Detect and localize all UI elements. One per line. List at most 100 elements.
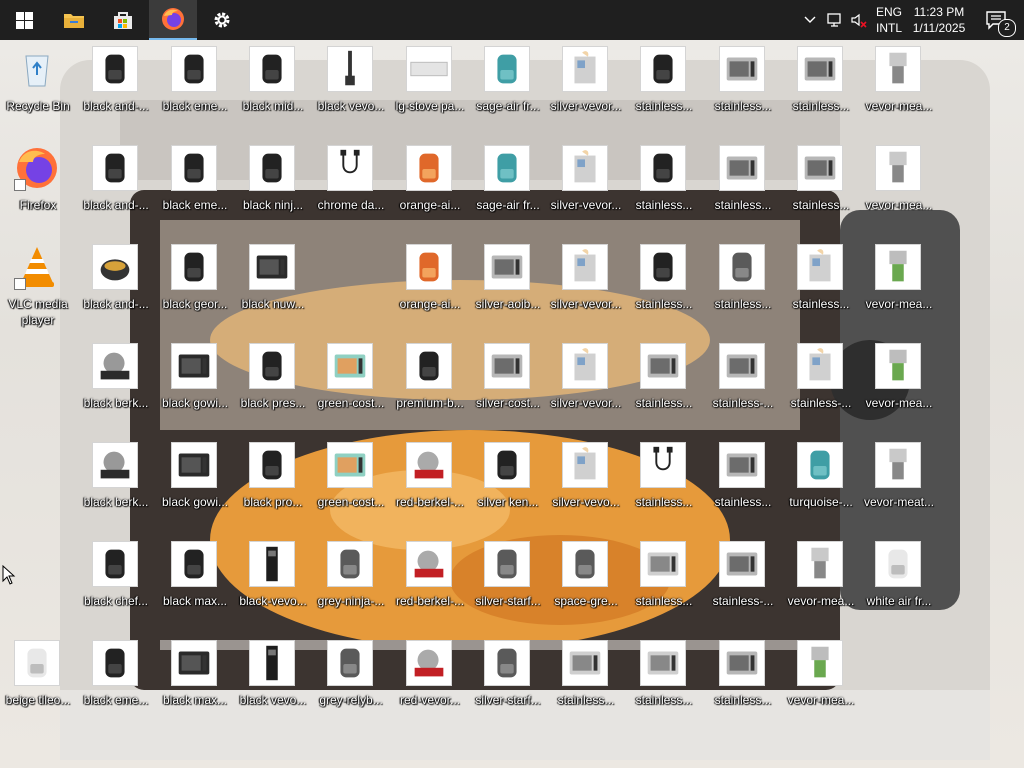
file-thumbnail [327,46,373,92]
desktop-file-icon[interactable]: black mid... [235,40,311,130]
desktop-file-icon[interactable]: stainless... [626,238,702,328]
desktop-file-icon[interactable]: green-cost... [313,436,389,526]
desktop-file-icon[interactable]: orange-ai... [392,238,468,328]
desktop-file-icon[interactable]: lg-stove pa... [392,40,468,130]
show-hidden-icons-button[interactable] [801,0,819,40]
action-center-button[interactable]: 2 [976,0,1016,40]
desktop-file-icon[interactable]: stainless-... [705,535,781,625]
desktop-file-icon[interactable]: black gowi... [157,337,233,427]
desktop-file-icon[interactable]: turquoise-... [783,436,859,526]
microsoft-store-button[interactable] [99,0,147,40]
desktop-file-icon[interactable]: green-cost... [313,337,389,427]
recycle-bin-icon[interactable]: Recycle Bin [0,40,76,130]
desktop-icon-label: orange-ai... [399,297,461,311]
desktop-file-icon[interactable]: sage-air fr... [470,40,546,130]
desktop-file-icon[interactable]: space-gre... [548,535,624,625]
desktop-file-icon[interactable]: silver-vevo... [548,436,624,526]
desktop-file-icon[interactable]: silver ken... [470,436,546,526]
desktop-file-icon[interactable]: vevor-mea... [861,139,937,229]
desktop-file-icon[interactable]: black geor... [157,238,233,328]
desktop-file-icon[interactable]: stainless-... [783,337,859,427]
desktop-file-icon[interactable]: vevor-mea... [783,535,859,625]
desktop-file-icon[interactable]: black and-... [78,238,154,328]
desktop-file-icon[interactable]: silver-vevor... [548,238,624,328]
desktop-file-icon[interactable]: black eme... [157,139,233,229]
desktop-file-icon[interactable]: vevor-mea... [861,238,937,328]
start-button[interactable] [0,0,48,40]
desktop-file-icon[interactable]: silver-vevor... [548,40,624,130]
desktop-file-icon[interactable]: black vevo... [313,40,389,130]
desktop-file-icon[interactable]: black chef... [78,535,154,625]
desktop-file-icon[interactable]: grey-ninja-... [313,535,389,625]
desktop-file-icon[interactable]: stainless... [705,139,781,229]
desktop-file-icon[interactable]: stainless... [626,40,702,130]
desktop-file-icon[interactable]: red-berkel-... [392,535,468,625]
desktop-file-icon[interactable]: vevor-mea... [861,337,937,427]
desktop-file-icon[interactable]: black max... [157,535,233,625]
desktop-file-icon[interactable]: black berk... [78,337,154,427]
desktop-file-icon[interactable]: stainless... [626,139,702,229]
input-language-indicator[interactable]: ENG INTL [871,4,907,36]
desktop[interactable]: Recycle Bin Firefox VLC media player beige … [0,40,1024,768]
desktop-icon-label: black and-... [83,99,149,113]
desktop-file-icon[interactable]: red-vevor... [392,634,468,724]
desktop-file-icon[interactable]: chrome da... [313,139,389,229]
desktop-file-icon[interactable]: stainless... [705,436,781,526]
network-button[interactable] [824,0,846,40]
settings-taskbar-button[interactable] [198,0,246,40]
desktop-icon-label: black gowi... [161,396,229,410]
desktop-file-icon[interactable]: white air fr... [861,535,937,625]
desktop-file-icon[interactable]: black nuw... [235,238,311,328]
desktop-file-icon[interactable]: stainless... [626,535,702,625]
desktop-file-icon[interactable]: sage-air fr... [470,139,546,229]
desktop-file-icon[interactable]: black eme... [78,634,154,724]
file-explorer-button[interactable] [50,0,98,40]
desktop-file-icon[interactable]: vevor-meat... [861,436,937,526]
firefox-icon[interactable]: Firefox [0,139,76,229]
desktop-file-icon[interactable]: black gowi... [157,436,233,526]
desktop-file-icon[interactable]: silver-starf... [470,634,546,724]
desktop-file-icon[interactable]: black pro... [235,436,311,526]
desktop-file-icon[interactable]: stainless... [626,634,702,724]
desktop-file-icon[interactable]: stainless... [626,436,702,526]
desktop-file-icon[interactable]: stainless... [626,337,702,427]
desktop-file-icon[interactable]: black eme... [157,40,233,130]
desktop-file-icon[interactable]: black vevo... [235,634,311,724]
desktop-icon-label: turquoise-... [789,495,853,509]
desktop-file-icon[interactable]: stainless-... [705,337,781,427]
desktop-file-icon[interactable]: black ninj... [235,139,311,229]
desktop-file-icon[interactable]: silver-vevor... [548,337,624,427]
desktop-file-icon[interactable]: stainless... [783,139,859,229]
file-thumbnail [327,442,373,488]
desktop-file-icon[interactable]: vevor-mea... [783,634,859,724]
desktop-file-icon[interactable]: black berk... [78,436,154,526]
desktop-icon-label: orange-ai... [399,198,461,212]
desktop-file-icon[interactable]: stainless... [783,40,859,130]
clock[interactable]: 11:23 PM 1/11/2025 [908,4,970,36]
desktop-file-icon[interactable]: silver-aoib... [470,238,546,328]
desktop-file-icon[interactable]: premium-b... [392,337,468,427]
firefox-taskbar-button[interactable] [149,0,197,40]
desktop-file-icon[interactable]: stainless... [783,238,859,328]
desktop-file-icon[interactable]: stainless... [705,238,781,328]
desktop-file-icon[interactable]: orange-ai... [392,139,468,229]
desktop-file-icon[interactable]: red-berkel-... [392,436,468,526]
desktop-file-icon[interactable]: stainless... [705,40,781,130]
desktop-file-icon[interactable]: black-vevo... [235,535,311,625]
desktop-file-icon[interactable]: stainless... [705,634,781,724]
desktop-file-icon[interactable]: black max... [157,634,233,724]
desktop-file-icon[interactable]: silver-starf... [470,535,546,625]
beige-tileo-icon[interactable]: beige tileo... [0,634,76,724]
desktop-file-icon[interactable]: stainless... [548,634,624,724]
desktop-file-icon[interactable]: silver-vevor... [548,139,624,229]
desktop-icon-label: black chef... [83,594,149,608]
volume-button[interactable] [848,0,870,40]
desktop-file-icon[interactable]: vevor-mea... [861,40,937,130]
desktop-file-icon[interactable]: black and-... [78,139,154,229]
desktop-file-icon[interactable]: grey-relyb... [313,634,389,724]
desktop-file-icon[interactable]: black pres... [235,337,311,427]
desktop-file-icon[interactable]: black and-... [78,40,154,130]
desktop-file-icon[interactable]: silver-cost... [470,337,546,427]
vlc-media-player-icon[interactable]: VLC media player [0,238,76,328]
file-thumbnail [484,442,530,488]
